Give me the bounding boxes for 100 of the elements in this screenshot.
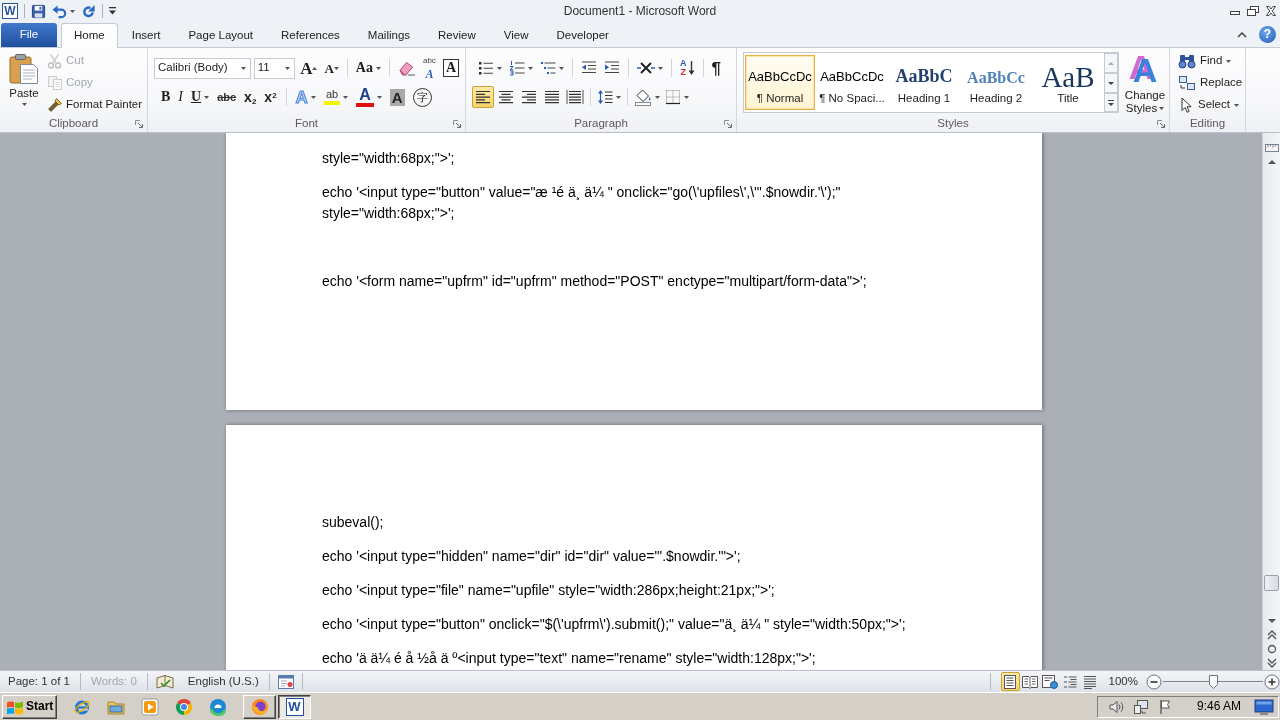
caret-icon[interactable] [310,95,316,99]
book-check-icon[interactable] [155,673,174,690]
page-count[interactable]: Page: 1 of 1 [0,674,79,689]
clock[interactable]: 9:46 AM [1182,699,1245,714]
caret-icon[interactable] [285,66,291,70]
increase-indent-icon[interactable] [604,60,620,76]
dialog-launcher-icon[interactable] [724,120,732,128]
collapse-ribbon-icon[interactable] [1237,31,1247,38]
paint-bucket-icon[interactable] [634,88,652,106]
caret-icon[interactable] [376,66,381,70]
italic-button[interactable]: I [176,86,185,108]
style-item[interactable]: AaBbCcDc ¶ Normal [745,55,815,110]
caret-icon[interactable] [1226,59,1232,63]
superscript-button[interactable]: x$^{2}$ [262,86,279,108]
slider-thumb[interactable] [1208,674,1218,689]
paste-button[interactable]: Paste [4,50,44,116]
bulleted-list-icon[interactable] [478,60,494,76]
phonetic-guide-button[interactable]: abc A [420,57,438,79]
bold-button[interactable]: B [159,86,173,108]
caret-icon[interactable] [21,102,27,106]
taskbar-button[interactable]: W [278,694,311,719]
caret-icon[interactable] [528,66,533,70]
caret-icon[interactable] [616,95,621,99]
grow-font-button[interactable]: A [298,57,320,79]
ribbon-tab[interactable]: Review [424,23,490,47]
ribbon-tab[interactable]: Home [61,23,118,48]
style-item[interactable]: AaBbCc Heading 2 [961,55,1031,110]
show-marks-button[interactable]: ¶ [709,57,723,79]
customize-dropdown-icon[interactable] [109,7,116,15]
save-icon[interactable] [31,3,46,19]
ribbon-tab[interactable]: Developer [542,23,623,47]
file-tab[interactable]: File [1,23,57,47]
macro-icon[interactable] [277,674,294,689]
character-border-button[interactable]: A [440,57,461,79]
caret-icon[interactable] [559,66,564,70]
network-icon[interactable] [1132,698,1149,715]
font-size-field[interactable]: 11 [253,57,296,79]
ribbon-tab[interactable]: Insert [117,23,175,47]
caret-icon[interactable] [658,66,663,70]
zoom-out-icon[interactable] [1146,673,1162,690]
scroll-down-icon[interactable] [1104,73,1118,93]
style-item[interactable]: AaBbCcDc ¶ No Spaci... [817,55,887,110]
style-item[interactable]: AaBbC Heading 1 [889,55,959,110]
caret-icon[interactable] [204,95,210,99]
close-icon[interactable] [1265,6,1277,16]
print-layout-button[interactable] [1000,672,1020,691]
caret-icon[interactable] [70,9,75,13]
highlight-button[interactable]: ab [321,86,351,108]
character-shading-button[interactable]: A [387,86,407,108]
decrease-indent-icon[interactable] [581,60,597,76]
ribbon-tab[interactable]: References [267,23,354,47]
taskbar-button[interactable] [243,694,276,719]
restore-icon[interactable] [1247,6,1259,16]
redo-icon[interactable] [81,3,96,19]
ribbon-tab[interactable]: Mailings [353,23,425,47]
font-name-field[interactable]: Calibri (Body) [154,57,251,79]
start-button[interactable]: Start [2,694,57,719]
ribbon-tab[interactable]: View [489,23,543,47]
browser-icon[interactable] [175,697,193,716]
font-color-button[interactable]: A [354,86,384,108]
zoom-level[interactable]: 100% [1108,674,1138,689]
language[interactable]: English (U.S.) [179,674,267,689]
ribbon-tab[interactable]: Page Layout [174,23,268,47]
speaker-icon[interactable] [1107,698,1124,715]
dialog-launcher-icon[interactable] [135,120,143,128]
caret-icon[interactable] [497,66,502,70]
select-button[interactable]: Select [1178,94,1245,116]
caret-icon[interactable] [1159,107,1165,111]
line-spacing-icon[interactable] [597,89,613,105]
find-button[interactable]: Find [1178,50,1245,72]
caret-icon[interactable] [240,66,246,70]
caret-icon[interactable] [1233,103,1239,107]
caret-icon[interactable] [655,95,660,99]
ruler-icon[interactable] [1264,141,1279,155]
shrink-font-button[interactable]: A [322,57,341,79]
browser-icon[interactable] [209,697,227,716]
caret-icon[interactable] [376,95,382,99]
monitor-icon[interactable] [1254,697,1274,716]
strikethrough-button[interactable]: abc [215,86,239,108]
undo-icon[interactable] [52,3,67,19]
caret-icon[interactable] [343,95,349,99]
caret-icon[interactable] [684,95,689,99]
multilevel-list-icon[interactable] [540,60,556,76]
more-styles-icon[interactable] [1104,93,1118,112]
eraser-icon[interactable] [397,60,416,76]
change-styles-button[interactable]: A Change Styles [1122,52,1168,116]
borders-icon[interactable] [665,89,681,105]
dialog-launcher-icon[interactable] [1157,120,1165,128]
word-logo[interactable]: W [2,3,18,19]
cross-icon[interactable] [637,61,655,75]
format-painter-button[interactable]: Format Painter [46,94,144,116]
numbered-list-icon[interactable] [509,60,525,76]
align-left-button[interactable] [472,86,494,108]
style-item[interactable]: AaB Title [1033,55,1103,110]
sort-button[interactable]: A Z [678,57,697,79]
underline-button[interactable]: U [189,86,212,108]
zoom-in-icon[interactable] [1264,673,1280,690]
web-layout-button[interactable] [1040,672,1060,691]
replace-button[interactable]: Replace [1178,72,1245,94]
scroll-thumb[interactable] [1264,575,1279,591]
